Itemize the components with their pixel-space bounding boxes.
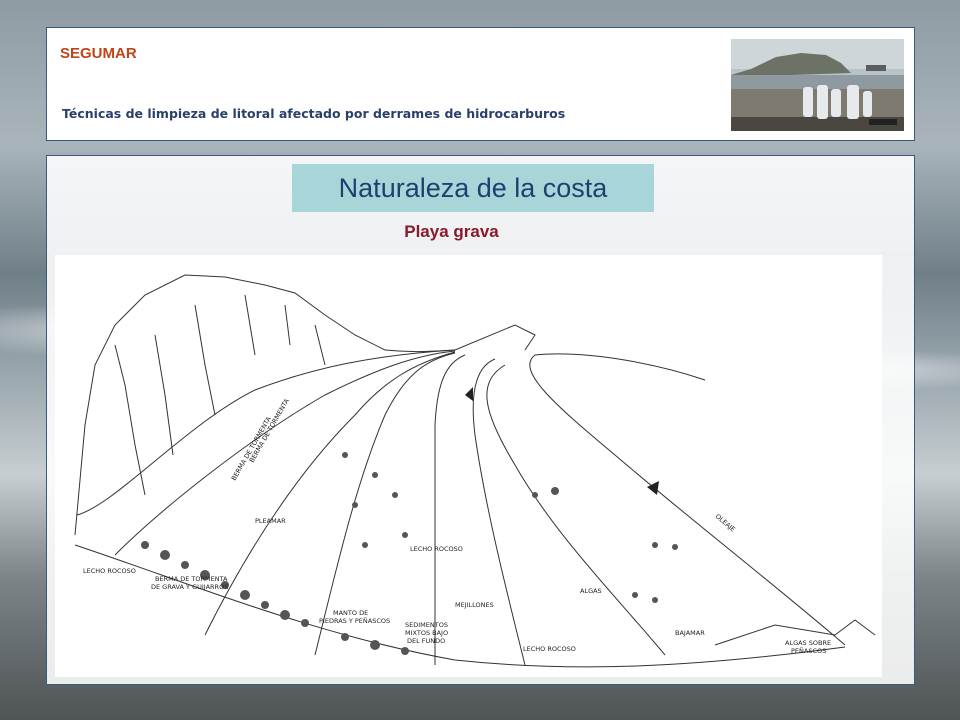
label-algas-penascos-1: ALGAS SOBRE bbox=[785, 639, 831, 647]
label-mejillones: MEJILLONES bbox=[455, 601, 494, 609]
label-manto-1: MANTO DE bbox=[333, 609, 368, 617]
label-berma-tormenta-2: DE GRAVA Y GUIJARROS bbox=[151, 583, 228, 591]
wave-arrows bbox=[465, 387, 659, 495]
label-berma-vertical-1: BERMA DE TORMENTA bbox=[230, 415, 273, 482]
label-manto-2: PIEDRAS Y PEÑASCOS bbox=[319, 616, 390, 625]
label-lecho-rocoso-bottom: LECHO ROCOSO bbox=[523, 645, 576, 653]
label-sedimentos-3: DEL FUNDO bbox=[407, 637, 445, 645]
header-subtitle: Técnicas de limpieza de litoral afectado… bbox=[62, 106, 566, 121]
header-photo bbox=[731, 39, 904, 131]
label-pleamar: PLEAMAR bbox=[255, 517, 286, 525]
label-sedimentos-2: MIXTOS BAJO bbox=[405, 629, 448, 637]
label-oleaje: OLEAJE bbox=[714, 512, 737, 533]
main-panel: Naturaleza de la costa Playa grava LECHO… bbox=[46, 155, 915, 685]
label-sedimentos-1: SEDIMENTOS bbox=[405, 621, 448, 629]
label-bajamar: BAJAMAR bbox=[675, 629, 705, 637]
section-title: Naturaleza de la costa bbox=[292, 164, 654, 212]
label-berma-vertical-2: BERMA DE TORMENTA bbox=[248, 397, 291, 464]
subsection-title: Playa grava bbox=[404, 222, 499, 241]
diagram-labels: LECHO ROCOSO BERMA DE TORMENTA DE GRAVA … bbox=[83, 397, 831, 655]
label-lecho-rocoso-mid: LECHO ROCOSO bbox=[410, 545, 463, 553]
label-berma-tormenta-1: BERMA DE TORMENTA bbox=[155, 575, 228, 583]
label-lecho-rocoso-left: LECHO ROCOSO bbox=[83, 567, 136, 575]
brand-name: SEGUMAR bbox=[60, 45, 137, 62]
label-algas-penascos-2: PEÑASCOS bbox=[791, 646, 826, 655]
label-algas: ALGAS bbox=[580, 587, 602, 595]
header-panel: SEGUMAR Técnicas de limpieza de litoral … bbox=[46, 27, 915, 141]
gravel-beach-illustration: LECHO ROCOSO BERMA DE TORMENTA DE GRAVA … bbox=[55, 255, 882, 677]
